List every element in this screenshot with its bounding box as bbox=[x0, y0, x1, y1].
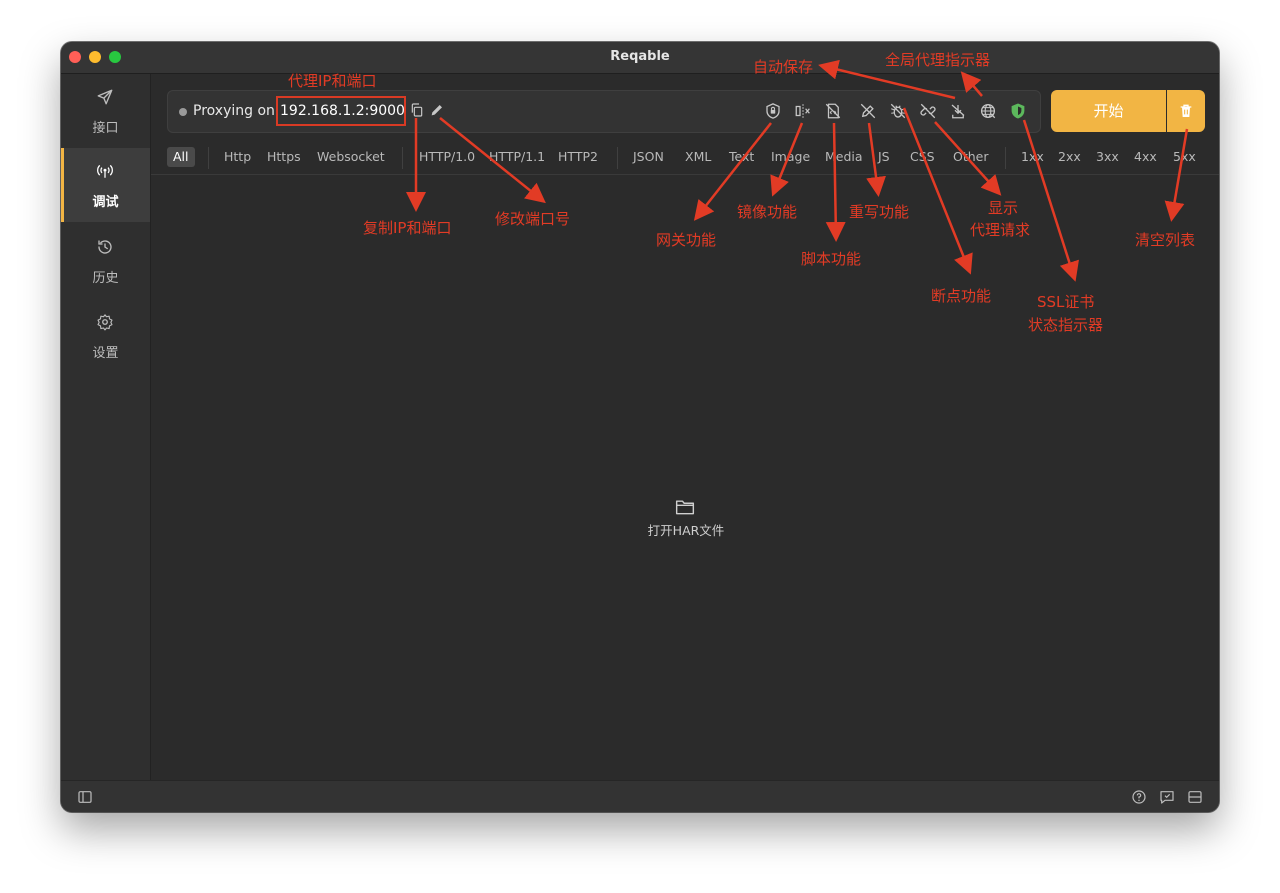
send-icon bbox=[97, 89, 113, 105]
mirror-icon bbox=[795, 104, 810, 118]
filter-xml[interactable]: XML bbox=[685, 147, 711, 167]
title-bar: Reqable bbox=[61, 42, 1219, 74]
global-proxy-button[interactable] bbox=[979, 102, 997, 120]
annotation-gateway: 网关功能 bbox=[656, 231, 717, 249]
mirror-button[interactable] bbox=[794, 102, 812, 120]
show-proxy-requests-button[interactable] bbox=[919, 102, 937, 120]
sidebar-item-label: 历史 bbox=[92, 271, 119, 286]
filter-http11[interactable]: HTTP/1.1 bbox=[489, 147, 545, 167]
gateway-button[interactable] bbox=[764, 102, 782, 120]
history-icon bbox=[98, 240, 112, 254]
script-icon bbox=[825, 103, 841, 119]
toggle-sidebar-button[interactable] bbox=[77, 789, 93, 805]
sidebar: 接口 调试 历史 设置 bbox=[61, 74, 151, 780]
filter-5xx[interactable]: 5xx bbox=[1173, 147, 1196, 167]
ssl-shield-icon bbox=[1011, 103, 1025, 119]
edit-port-button[interactable] bbox=[429, 102, 447, 120]
annotation-script: 脚本功能 bbox=[801, 250, 862, 268]
filter-1xx[interactable]: 1xx bbox=[1021, 147, 1044, 167]
filter-3xx[interactable]: 3xx bbox=[1096, 147, 1119, 167]
feedback-icon bbox=[1160, 791, 1174, 804]
ssl-status-button[interactable] bbox=[1009, 102, 1027, 120]
active-indicator bbox=[61, 148, 64, 222]
annotation-edit-port: 修改端口号 bbox=[495, 210, 571, 228]
sidebar-item-settings[interactable]: 设置 bbox=[61, 299, 150, 373]
open-har-button[interactable] bbox=[675, 498, 695, 520]
sidebar-item-label: 接口 bbox=[92, 121, 119, 136]
main-panel: Proxying on 192.168.1.2:9000 开始 All Http… bbox=[151, 74, 1219, 780]
annotation-auto-save: 自动保存 bbox=[753, 58, 814, 76]
edit-icon bbox=[431, 105, 442, 116]
sidebar-item-debug[interactable]: 调试 bbox=[61, 148, 150, 222]
annotation-proxy-ip-port: 代理IP和端口 bbox=[288, 72, 377, 90]
annotation-mirror: 镜像功能 bbox=[737, 203, 798, 221]
annotation-ssl-1: SSL证书 bbox=[1037, 293, 1095, 311]
filter-text[interactable]: Text bbox=[729, 147, 754, 167]
filter-separator bbox=[208, 147, 209, 169]
start-button[interactable]: 开始 bbox=[1051, 90, 1166, 132]
proxy-bar: Proxying on 192.168.1.2:9000 bbox=[167, 90, 1041, 133]
filter-js[interactable]: JS bbox=[878, 147, 890, 167]
filter-2xx[interactable]: 2xx bbox=[1058, 147, 1081, 167]
broadcast-icon bbox=[97, 164, 113, 178]
annotation-clear-list: 清空列表 bbox=[1135, 231, 1196, 249]
script-button[interactable] bbox=[824, 102, 842, 120]
annotation-copy-ip-port: 复制IP和端口 bbox=[363, 219, 452, 237]
layout-button[interactable] bbox=[1187, 789, 1203, 805]
filter-css[interactable]: CSS bbox=[910, 147, 935, 167]
filter-http[interactable]: Http bbox=[224, 147, 251, 167]
proxy-address-highlight bbox=[276, 96, 406, 126]
filter-all[interactable]: All bbox=[167, 147, 195, 167]
annotation-breakpoint: 断点功能 bbox=[931, 287, 992, 305]
folder-icon bbox=[675, 500, 695, 515]
sidebar-item-label: 调试 bbox=[92, 195, 119, 210]
filter-image[interactable]: Image bbox=[771, 147, 810, 167]
filter-http10[interactable]: HTTP/1.0 bbox=[419, 147, 475, 167]
filter-websocket[interactable]: Websocket bbox=[317, 147, 385, 167]
annotation-show-proxy-1: 显示 bbox=[988, 199, 1019, 217]
filter-https[interactable]: Https bbox=[267, 147, 301, 167]
open-har-label[interactable]: 打开HAR文件 bbox=[621, 520, 751, 539]
trash-icon bbox=[1180, 104, 1192, 117]
help-icon bbox=[1132, 790, 1146, 804]
annotation-rewrite: 重写功能 bbox=[849, 203, 910, 221]
filter-separator bbox=[402, 147, 403, 169]
filter-media[interactable]: Media bbox=[825, 147, 863, 167]
proxy-status-text: Proxying on bbox=[193, 103, 275, 119]
sidebar-item-label: 设置 bbox=[92, 346, 119, 361]
proxy-status-dot bbox=[179, 108, 187, 116]
gateway-icon bbox=[766, 103, 780, 119]
rewrite-button[interactable] bbox=[859, 102, 877, 120]
show-proxy-requests-icon bbox=[920, 103, 936, 119]
app-window: Reqable 接口 调试 历史 设置 Proxying on 192.168.… bbox=[61, 42, 1219, 812]
filter-separator bbox=[617, 147, 618, 169]
sidebar-toggle-icon bbox=[78, 791, 92, 803]
filter-separator bbox=[1005, 147, 1006, 169]
global-proxy-icon bbox=[980, 103, 996, 119]
sidebar-item-history[interactable]: 历史 bbox=[61, 224, 150, 298]
annotation-ssl-2: 状态指示器 bbox=[1028, 316, 1104, 334]
breakpoint-button[interactable] bbox=[889, 102, 907, 120]
gear-icon bbox=[97, 314, 113, 331]
filter-json[interactable]: JSON bbox=[633, 147, 664, 167]
rewrite-icon bbox=[860, 103, 876, 119]
copy-button[interactable] bbox=[409, 102, 427, 120]
filter-other[interactable]: Other bbox=[953, 147, 989, 167]
annotation-global-proxy: 全局代理指示器 bbox=[885, 51, 991, 69]
clear-list-button[interactable] bbox=[1167, 90, 1205, 132]
copy-icon bbox=[411, 103, 423, 117]
feedback-button[interactable] bbox=[1159, 789, 1175, 805]
help-button[interactable] bbox=[1131, 789, 1147, 805]
sidebar-item-api[interactable]: 接口 bbox=[61, 74, 150, 148]
window-title: Reqable bbox=[610, 49, 670, 64]
auto-save-button[interactable] bbox=[949, 102, 967, 120]
breakpoint-icon bbox=[890, 103, 906, 119]
layout-icon bbox=[1188, 791, 1202, 803]
annotation-show-proxy-2: 代理请求 bbox=[970, 221, 1031, 239]
filter-http2[interactable]: HTTP2 bbox=[558, 147, 598, 167]
filter-divider bbox=[151, 174, 1219, 175]
filter-4xx[interactable]: 4xx bbox=[1134, 147, 1157, 167]
auto-save-icon bbox=[951, 104, 965, 119]
status-bar bbox=[61, 780, 1219, 812]
